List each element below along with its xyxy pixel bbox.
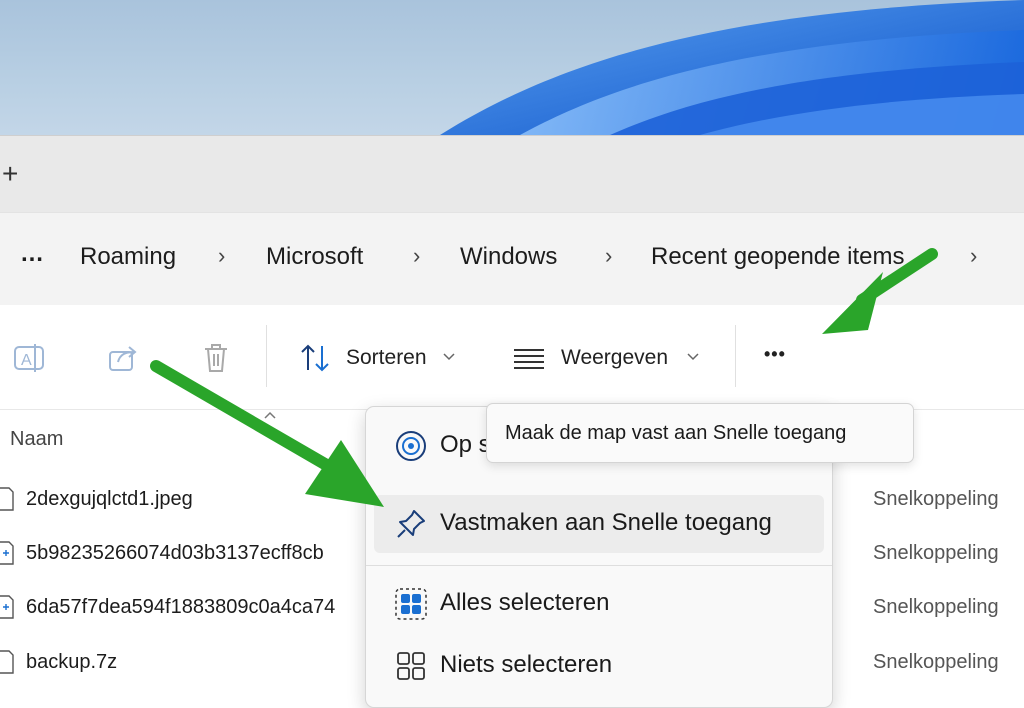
breadcrumb-overflow-button[interactable]: …	[20, 240, 44, 268]
menu-item-open-in-label: Op s	[440, 431, 491, 458]
sort-icon[interactable]	[298, 340, 334, 376]
view-icon[interactable]	[511, 340, 547, 376]
menu-item-pin-label: Vastmaken aan Snelle toegang	[440, 509, 772, 536]
menu-item-select-all[interactable]: Alles selecteren	[374, 575, 824, 633]
share-icon[interactable]	[106, 340, 142, 376]
menu-item-select-none-label: Niets selecteren	[440, 651, 613, 678]
list-item-type: Snelkoppeling	[873, 488, 999, 510]
menu-item-select-all-label: Alles selecteren	[440, 589, 610, 616]
breadcrumb-separator[interactable]: ›	[605, 243, 612, 269]
svg-text:A: A	[21, 352, 32, 369]
pin-icon	[397, 510, 425, 538]
breadcrumb-separator[interactable]: ›	[218, 243, 225, 269]
new-tab-button[interactable]: +	[2, 160, 18, 188]
breadcrumb-windows[interactable]: Windows	[460, 243, 557, 271]
list-item-name[interactable]: 2dexgujqlctd1.jpeg	[26, 488, 193, 511]
view-button[interactable]: Weergeven	[561, 346, 668, 370]
file-icon	[0, 650, 14, 674]
list-item-type: Snelkoppeling	[873, 542, 999, 564]
tooltip: Maak de map vast aan Snelle toegang	[486, 403, 914, 463]
tab-bar	[0, 135, 1024, 213]
breadcrumb-separator[interactable]: ›	[970, 243, 977, 269]
list-item-name[interactable]: 5b98235266074d03b3137ecff8cb	[26, 542, 324, 565]
breadcrumb-separator[interactable]: ›	[413, 243, 420, 269]
menu-separator	[366, 565, 832, 566]
list-item-name[interactable]: 6da57f7dea594f1883809c0a4ca74	[26, 596, 335, 619]
chevron-down-icon[interactable]	[684, 348, 702, 366]
breadcrumb-recent-items[interactable]: Recent geopende items	[651, 243, 905, 271]
list-item-type: Snelkoppeling	[873, 651, 999, 673]
shortcut-file-icon	[0, 541, 14, 565]
wallpaper-bloom-graphic	[440, 0, 1024, 135]
list-item-name[interactable]: backup.7z	[26, 651, 117, 674]
select-none-icon	[397, 652, 425, 680]
list-item-type: Snelkoppeling	[873, 596, 999, 618]
menu-item-pin-quick-access[interactable]: Vastmaken aan Snelle toegang	[374, 495, 824, 553]
rename-icon[interactable]: A	[12, 340, 48, 376]
delete-icon[interactable]	[198, 340, 234, 376]
menu-item-select-none[interactable]: Niets selecteren	[374, 637, 824, 695]
sort-button[interactable]: Sorteren	[346, 346, 427, 370]
sort-ascending-indicator-icon	[264, 411, 276, 419]
shortcut-file-icon	[0, 595, 14, 619]
toolbar-divider	[266, 325, 267, 387]
desktop-wallpaper	[0, 0, 1024, 135]
select-all-icon	[395, 588, 427, 620]
open-in-icon	[396, 431, 426, 461]
tooltip-text: Maak de map vast aan Snelle toegang	[505, 422, 847, 444]
breadcrumb-microsoft[interactable]: Microsoft	[266, 243, 363, 271]
column-header-name[interactable]: Naam	[10, 428, 63, 451]
more-options-button[interactable]: •••	[764, 344, 786, 365]
file-icon	[0, 487, 14, 511]
breadcrumb-roaming[interactable]: Roaming	[80, 243, 176, 271]
toolbar-divider	[735, 325, 736, 387]
chevron-down-icon[interactable]	[440, 348, 458, 366]
